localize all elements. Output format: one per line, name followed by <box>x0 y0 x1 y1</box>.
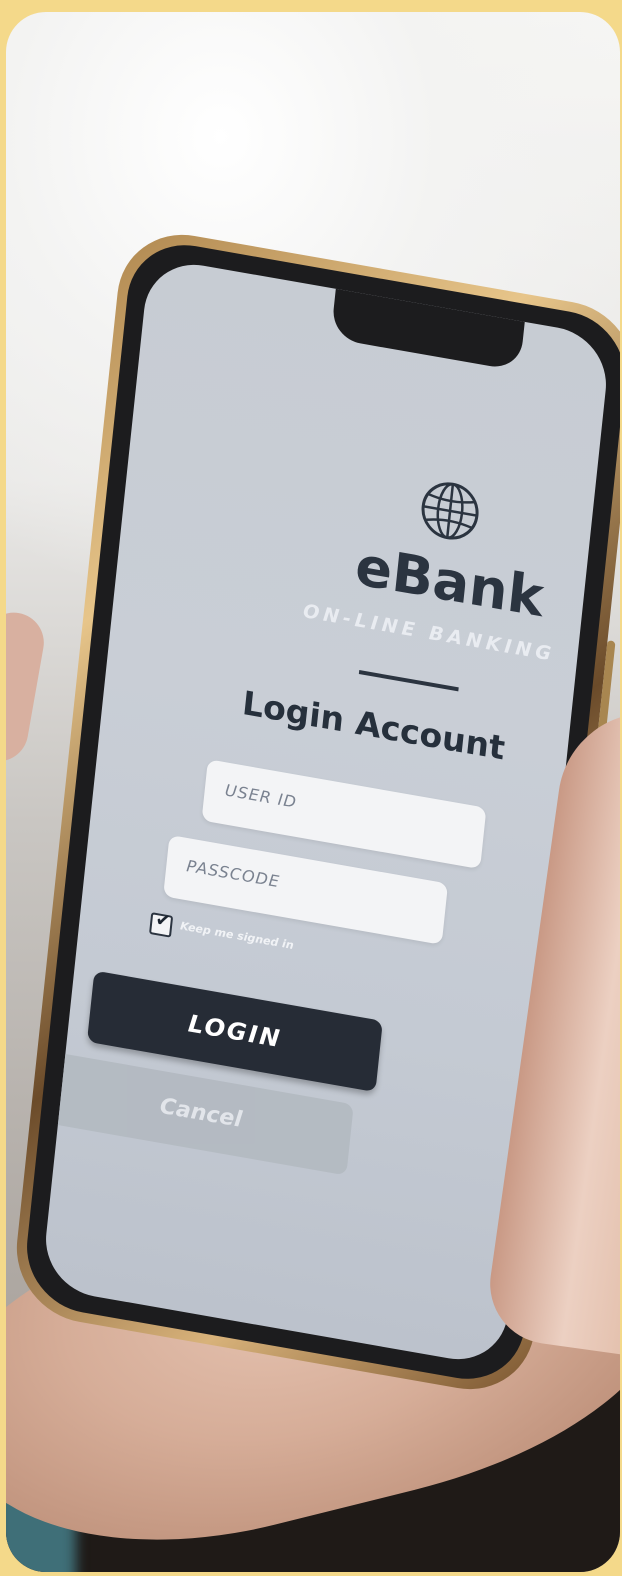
page-title: Login Account <box>240 683 507 768</box>
left-finger <box>6 607 49 767</box>
user-id-placeholder: USER ID <box>224 780 298 812</box>
keep-signed-in-checkbox[interactable]: ✔ <box>148 909 174 938</box>
passcode-placeholder: PASSCODE <box>185 856 281 892</box>
globe-icon <box>421 482 479 540</box>
check-icon: ✔ <box>154 909 172 933</box>
photo-frame: eBank ON-LINE BANKING Login Account USER… <box>6 12 620 1572</box>
keep-signed-in-label: Keep me signed in <box>179 919 295 953</box>
title-divider <box>358 670 459 692</box>
